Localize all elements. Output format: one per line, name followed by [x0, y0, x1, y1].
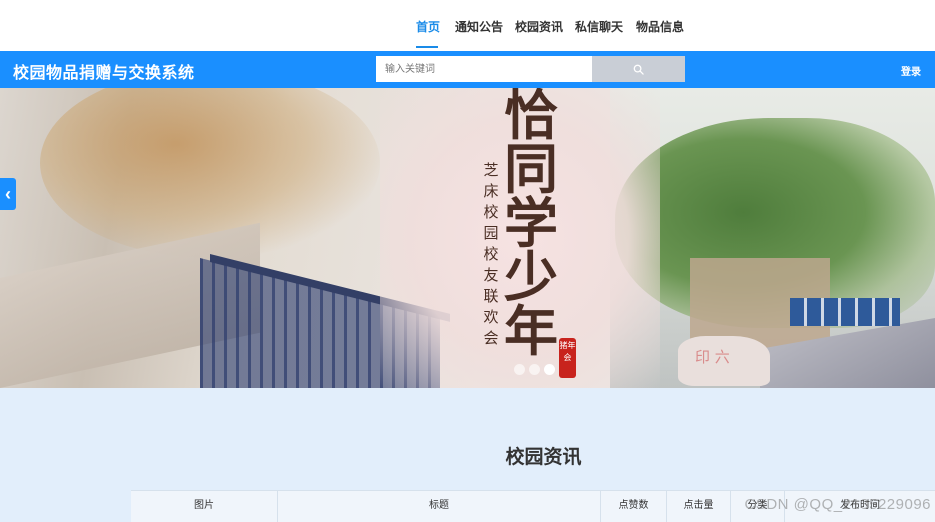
column-header-likes: 点赞数	[601, 491, 667, 522]
nav-item-notices[interactable]: 通知公告	[455, 18, 503, 35]
column-header-image: 图片	[131, 491, 278, 522]
section-title: 校园资讯	[505, 447, 582, 468]
site-title: 校园物品捐赠与交换系统	[13, 65, 195, 82]
carousel-indicators	[514, 364, 555, 375]
banner-subtitle: 芝 床 校 园 校 友 联 欢 会	[483, 161, 499, 347]
watermark: CSDN @QQ_2135229096	[744, 496, 931, 513]
chevron-left-icon: ‹	[5, 183, 11, 204]
top-nav: 首页 通知公告 校园资讯 私信聊天 物品信息	[0, 0, 935, 51]
carousel-prev-button[interactable]: ‹	[0, 178, 16, 210]
news-section: 校园资讯 图片 标题 点赞数 点击量 分类 发布时间 CSDN @QQ_2135…	[0, 388, 935, 522]
carousel-dot-3[interactable]	[544, 364, 555, 375]
column-header-title: 标题	[278, 491, 601, 522]
banner-seal: 猪年会	[559, 338, 576, 378]
search-input[interactable]	[376, 56, 592, 82]
search-icon	[633, 64, 644, 75]
nav-item-home[interactable]: 首页	[416, 18, 440, 35]
login-link[interactable]: 登录	[901, 63, 921, 78]
search-button[interactable]	[592, 56, 685, 82]
page: 首页 通知公告 校园资讯 私信聊天 物品信息 校园物品捐赠与交换系统 登录	[0, 0, 935, 522]
carousel-dot-1[interactable]	[514, 364, 525, 375]
nav-item-campus-news[interactable]: 校园资讯	[515, 18, 563, 35]
carousel-dot-2[interactable]	[529, 364, 540, 375]
site-header: 校园物品捐赠与交换系统 登录	[0, 51, 935, 88]
banner-stone-text: 印 六	[695, 348, 730, 366]
column-header-views: 点击量	[667, 491, 731, 522]
nav-item-private-chat[interactable]: 私信聊天	[575, 18, 623, 35]
banner-carousel: 印 六 恰 同 学 少 年 芝 床 校 园 校 友 联 欢 会 猪年会 ‹	[0, 88, 935, 388]
nav-item-items[interactable]: 物品信息	[636, 18, 684, 35]
nav-active-indicator	[416, 46, 438, 48]
